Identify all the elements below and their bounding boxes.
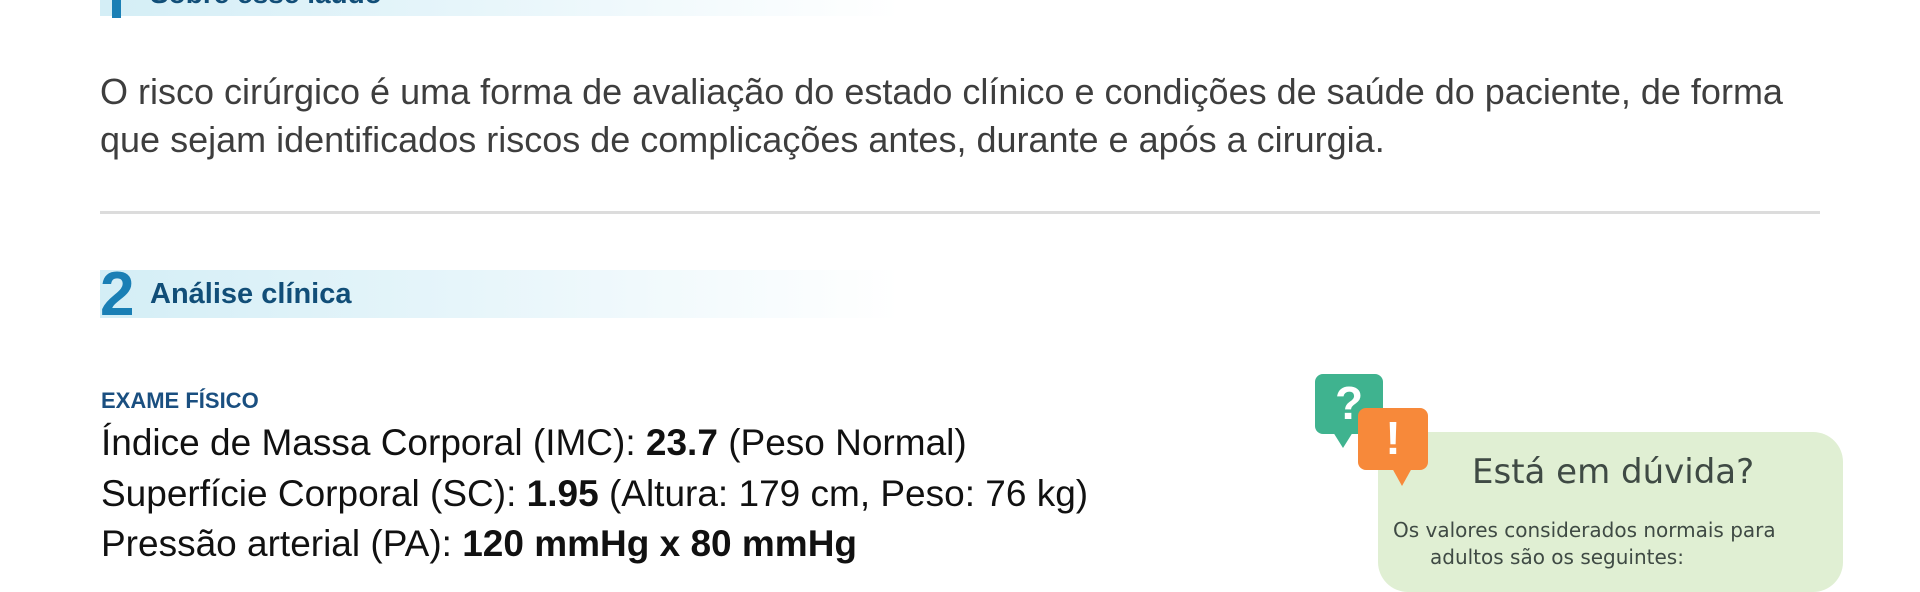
sc-label: Superfície Corporal (SC): <box>101 473 527 514</box>
question-bubble-tail <box>1333 432 1353 448</box>
pa-label: Pressão arterial (PA): <box>101 523 463 564</box>
section-divider <box>100 211 1820 214</box>
imc-label: Índice de Massa Corporal (IMC): <box>101 422 646 463</box>
section-2-title: Análise clínica <box>150 278 352 310</box>
imc-classification: (Peso Normal) <box>717 422 967 463</box>
section-1-header: Sobre esse laudo <box>100 0 900 18</box>
sc-details: (Altura: 179 cm, Peso: 76 kg) <box>598 473 1089 514</box>
intro-paragraph: O risco cirúrgico é uma forma de avaliaç… <box>100 71 1783 160</box>
pa-line: Pressão arterial (PA): 120 mmHg x 80 mmH… <box>101 521 857 567</box>
help-title: Está em dúvida? <box>1472 452 1755 492</box>
sc-line: Superfície Corporal (SC): 1.95 (Altura: … <box>101 471 1088 517</box>
section-1-marker <box>112 0 121 18</box>
imc-line: Índice de Massa Corporal (IMC): 23.7 (Pe… <box>101 420 967 466</box>
help-text-continued: adultos são os seguintes: <box>1430 545 1684 569</box>
help-text: Os valores considerados normais para <box>1393 518 1776 542</box>
section-2-number: 2 <box>100 260 135 329</box>
section-2-header: 2 Análise clínica <box>100 260 900 329</box>
pa-value: 120 mmHg x 80 mmHg <box>462 523 858 564</box>
section-1-title: Sobre esse laudo <box>150 0 382 10</box>
exclamation-glyph: ! <box>1385 412 1401 464</box>
exam-label: EXAME FÍSICO <box>101 388 259 413</box>
imc-value: 23.7 <box>645 422 718 463</box>
exclamation-bubble-tail <box>1392 468 1412 486</box>
exclamation-bubble-icon: ! <box>1358 408 1428 486</box>
sc-value: 1.95 <box>526 473 599 514</box>
